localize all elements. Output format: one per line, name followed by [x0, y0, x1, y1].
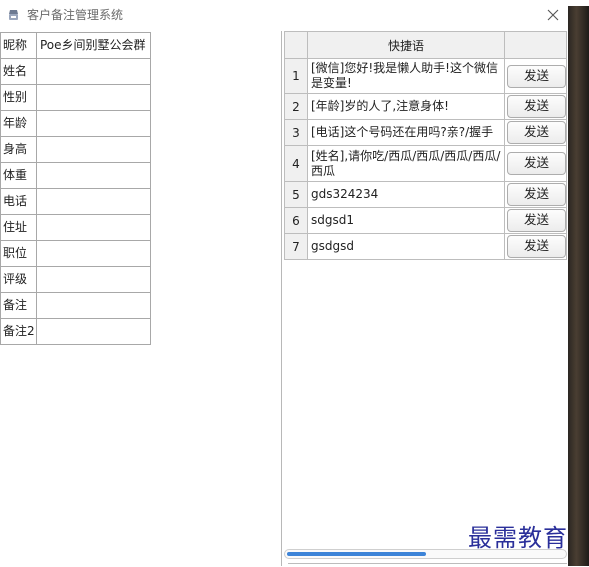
- info-row: 性别: [0, 84, 151, 111]
- info-row: 体重: [0, 162, 151, 189]
- info-value-cell[interactable]: [36, 214, 151, 241]
- send-cell: 发送: [504, 58, 567, 94]
- info-label: 电话: [0, 188, 37, 215]
- quick-phrase-row: 3 [电话]这个号码还在用吗?亲?/握手 发送: [284, 119, 567, 146]
- quick-phrase-text[interactable]: [年龄]岁的人了,注意身体!: [307, 93, 505, 120]
- quick-phrase-header[interactable]: 快捷语: [307, 31, 505, 59]
- send-button[interactable]: 发送: [507, 209, 566, 232]
- info-value-cell[interactable]: [36, 110, 151, 137]
- customer-info-table: 昵称 Poe乡间别墅公会群 姓名 性别 年龄 身高 体重 电话 住址 职位 评级 备注 备注2: [0, 32, 151, 345]
- info-value-cell[interactable]: [36, 292, 151, 319]
- send-button[interactable]: 发送: [507, 95, 566, 118]
- info-row: 电话: [0, 188, 151, 215]
- row-number[interactable]: 5: [284, 181, 308, 208]
- send-button[interactable]: 发送: [507, 235, 566, 258]
- info-row: 姓名: [0, 58, 151, 85]
- info-label: 姓名: [0, 58, 37, 85]
- info-value-cell[interactable]: Poe乡间别墅公会群: [36, 32, 151, 59]
- watermark-text: 最需教育: [468, 524, 568, 552]
- row-number[interactable]: 4: [284, 145, 308, 182]
- info-value-cell[interactable]: [36, 318, 151, 345]
- bottom-border: [288, 563, 567, 567]
- quick-phrase-header-row: 快捷语: [284, 31, 567, 59]
- info-label: 备注: [0, 292, 37, 319]
- info-row: 身高: [0, 136, 151, 163]
- quick-phrase-row: 5 gds324234 发送: [284, 181, 567, 208]
- title-bar: 客户备注管理系统: [0, 0, 568, 31]
- info-row: 评级: [0, 266, 151, 293]
- row-number[interactable]: 7: [284, 233, 308, 260]
- quick-phrase-row: 1 [微信]您好!我是懒人助手!这个微信是变量! 发送: [284, 58, 567, 94]
- send-cell: 发送: [504, 145, 567, 182]
- send-cell: 发送: [504, 233, 567, 260]
- send-cell: 发送: [504, 207, 567, 234]
- quick-phrase-row: 2 [年龄]岁的人了,注意身体! 发送: [284, 93, 567, 120]
- info-value-cell[interactable]: [36, 136, 151, 163]
- info-value-cell[interactable]: [36, 188, 151, 215]
- row-number-header: [284, 31, 308, 59]
- info-row: 年龄: [0, 110, 151, 137]
- send-cell: 发送: [504, 93, 567, 120]
- quick-phrase-text[interactable]: [姓名],请你吃/西瓜/西瓜/西瓜/西瓜/西瓜: [307, 145, 505, 182]
- info-label: 住址: [0, 214, 37, 241]
- row-number[interactable]: 2: [284, 93, 308, 120]
- quick-phrase-text[interactable]: [电话]这个号码还在用吗?亲?/握手: [307, 119, 505, 146]
- quick-phrase-row: 6 sdgsd1 发送: [284, 207, 567, 234]
- info-label: 职位: [0, 240, 37, 267]
- quick-phrase-text[interactable]: sdgsd1: [307, 207, 505, 234]
- row-number[interactable]: 3: [284, 119, 308, 146]
- send-button[interactable]: 发送: [507, 64, 566, 88]
- action-header: [504, 31, 567, 59]
- quick-phrase-row: 4 [姓名],请你吃/西瓜/西瓜/西瓜/西瓜/西瓜 发送: [284, 145, 567, 182]
- close-icon[interactable]: [541, 3, 565, 27]
- send-button[interactable]: 发送: [507, 183, 566, 206]
- send-button[interactable]: 发送: [507, 121, 566, 144]
- quick-phrase-row: 7 gsdgsd 发送: [284, 233, 567, 260]
- info-value-cell[interactable]: [36, 58, 151, 85]
- quick-phrase-table: 快捷语 1 [微信]您好!我是懒人助手!这个微信是变量! 发送 2 [年龄]岁的人了,注…: [284, 31, 567, 260]
- info-value-cell[interactable]: [36, 266, 151, 293]
- send-cell: 发送: [504, 119, 567, 146]
- info-label: 体重: [0, 162, 37, 189]
- send-button[interactable]: 发送: [507, 152, 566, 175]
- info-label: 备注2: [0, 318, 37, 345]
- info-label: 身高: [0, 136, 37, 163]
- info-label: 昵称: [0, 32, 37, 59]
- window-title: 客户备注管理系统: [27, 8, 124, 22]
- info-row: 备注: [0, 292, 151, 319]
- panel-divider[interactable]: [281, 31, 282, 566]
- background-strip: [568, 6, 589, 566]
- info-row: 备注2: [0, 318, 151, 345]
- info-label: 性别: [0, 84, 37, 111]
- info-value-cell[interactable]: [36, 84, 151, 111]
- info-row: 职位: [0, 240, 151, 267]
- info-value-cell[interactable]: [36, 240, 151, 267]
- row-number[interactable]: 6: [284, 207, 308, 234]
- scrollbar-thumb[interactable]: [287, 552, 426, 556]
- app-icon: [9, 10, 18, 20]
- quick-phrase-text[interactable]: gsdgsd: [307, 233, 505, 260]
- send-cell: 发送: [504, 181, 567, 208]
- quick-phrase-panel: 快捷语 1 [微信]您好!我是懒人助手!这个微信是变量! 发送 2 [年龄]岁的人了,注…: [284, 31, 568, 566]
- info-row: 昵称 Poe乡间别墅公会群: [0, 32, 151, 59]
- info-label: 评级: [0, 266, 37, 293]
- info-row: 住址: [0, 214, 151, 241]
- info-label: 年龄: [0, 110, 37, 137]
- row-number[interactable]: 1: [284, 58, 308, 94]
- info-value-cell[interactable]: [36, 162, 151, 189]
- quick-phrase-text[interactable]: gds324234: [307, 181, 505, 208]
- quick-phrase-text[interactable]: [微信]您好!我是懒人助手!这个微信是变量!: [307, 58, 505, 94]
